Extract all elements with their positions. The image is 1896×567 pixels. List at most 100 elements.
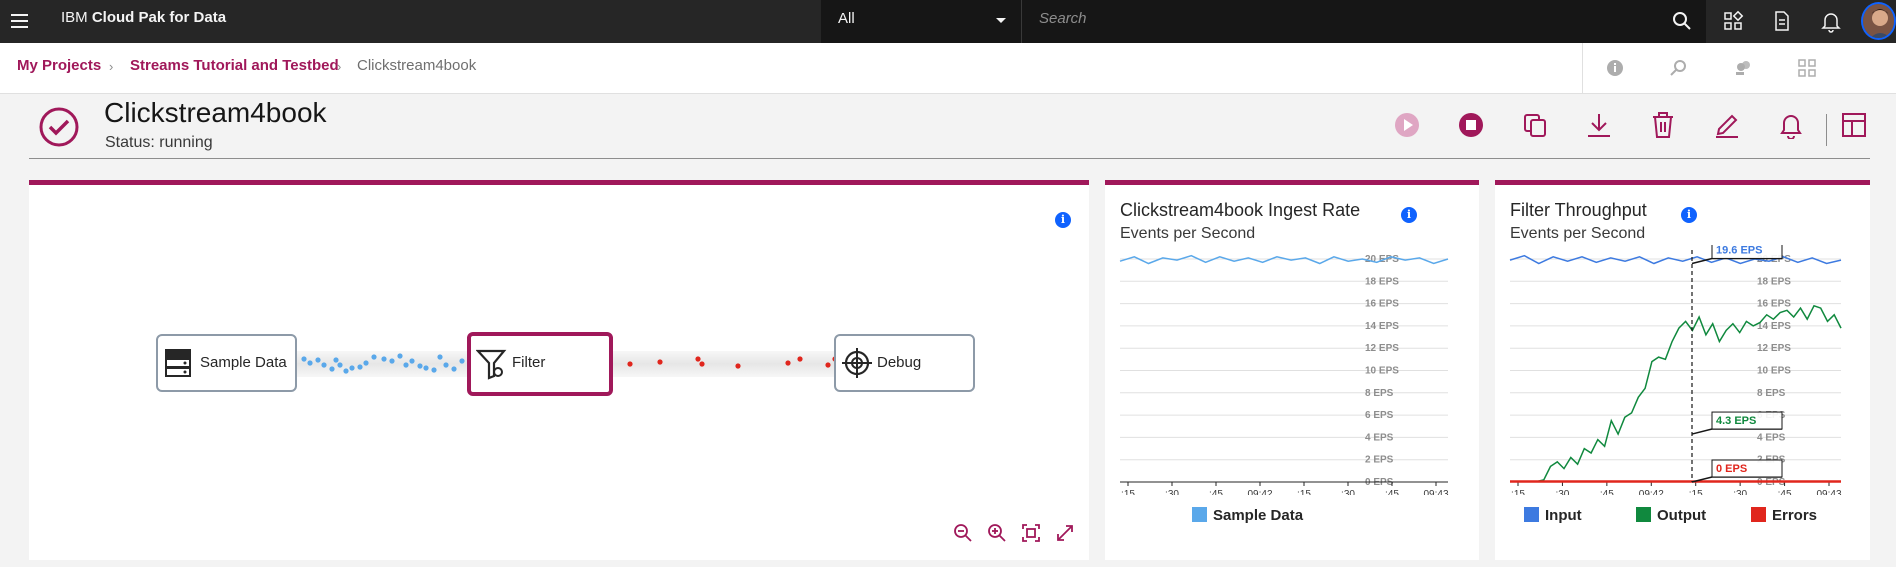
search-settings-icon[interactable]: [1669, 58, 1689, 78]
tuple-dot: [343, 368, 349, 374]
legend-label: Input: [1545, 507, 1582, 524]
x-tick-label: :30: [1555, 489, 1569, 495]
legend-label: Errors: [1772, 507, 1818, 524]
running-status-icon: [38, 106, 80, 148]
tuple-dot: [699, 361, 705, 367]
chevron-down-icon: [996, 18, 1006, 23]
notification-icon[interactable]: [1777, 111, 1805, 139]
tuple-dot: [333, 357, 339, 363]
tuple-dot: [349, 365, 355, 371]
grid-icon[interactable]: [1797, 58, 1817, 78]
y-tick-label: 14 EPS: [1365, 321, 1399, 332]
tuple-dot: [357, 364, 363, 370]
legend-item-errors[interactable]: Errors: [1751, 507, 1817, 524]
x-tick-label: :45: [1209, 489, 1223, 495]
x-tick-label: :15: [1511, 489, 1525, 495]
tooltip-value: 4.3 EPS: [1716, 415, 1756, 427]
scope-dropdown-value: All: [838, 10, 855, 27]
y-tick-label: 8 EPS: [1365, 388, 1394, 399]
tuple-dot: [459, 358, 465, 364]
search-input[interactable]: Search: [1039, 10, 1087, 27]
y-tick-label: 12 EPS: [1365, 343, 1399, 354]
legend-item-output[interactable]: Output: [1636, 507, 1706, 524]
y-tick-label: 18 EPS: [1365, 276, 1399, 287]
apps-icon[interactable]: [1721, 9, 1745, 33]
info-icon[interactable]: i: [1681, 207, 1697, 223]
operator-node-filter[interactable]: Filter: [467, 332, 613, 396]
x-tick-label: :30: [1341, 489, 1355, 495]
info-icon[interactable]: i: [1401, 207, 1417, 223]
y-tick-label: 8 EPS: [1757, 388, 1786, 399]
legend-item-sample-data[interactable]: Sample Data: [1192, 507, 1303, 524]
node-label: Debug: [877, 354, 922, 371]
user-avatar[interactable]: [1861, 2, 1896, 40]
tuple-dot: [451, 366, 457, 372]
x-tick-label: 09:42: [1639, 489, 1664, 495]
tuple-dot: [381, 356, 387, 362]
legend-swatch: [1524, 507, 1539, 522]
tooltip-value: 0 EPS: [1716, 463, 1747, 475]
breadcrumb-project[interactable]: Streams Tutorial and Testbed: [130, 57, 339, 74]
series-line-input: [1509, 254, 1842, 265]
x-tick-label: 09:42: [1247, 489, 1272, 495]
legend-swatch: [1751, 507, 1766, 522]
fit-to-screen-icon[interactable]: [1021, 523, 1041, 543]
document-icon[interactable]: [1770, 9, 1794, 33]
copy-icon[interactable]: [1521, 111, 1549, 139]
tuple-dot: [307, 360, 313, 366]
scope-dropdown[interactable]: All: [821, 0, 1021, 43]
breadcrumb-my-projects[interactable]: My Projects: [17, 57, 101, 74]
job-header: Clickstream4book Status: running: [29, 94, 1870, 159]
edit-icon[interactable]: [1713, 111, 1741, 139]
zoom-out-icon[interactable]: [953, 523, 973, 543]
crosshair-icon: [842, 348, 872, 378]
y-tick-label: 6 EPS: [1365, 410, 1394, 421]
series-line-output: [1510, 304, 1842, 483]
page-title: Clickstream4book: [104, 97, 327, 128]
delete-icon[interactable]: [1649, 111, 1677, 139]
tuple-dot: [321, 362, 327, 368]
play-icon[interactable]: [1393, 111, 1421, 139]
notification-icon[interactable]: [1819, 9, 1843, 33]
y-tick-label: 4 EPS: [1365, 432, 1394, 443]
fullscreen-icon[interactable]: [1055, 523, 1075, 543]
legend-label: Sample Data: [1213, 507, 1304, 524]
tooltip-value: 19.6 EPS: [1716, 245, 1762, 256]
operator-node-sample-data[interactable]: Sample Data: [156, 334, 297, 392]
breadcrumb-separator-icon: ›: [337, 59, 342, 74]
x-tick-label: :45: [1600, 489, 1614, 495]
x-tick-label: :15: [1297, 489, 1311, 495]
tuple-dot: [329, 366, 335, 372]
breadcrumb-separator-icon: ›: [109, 59, 114, 74]
hamburger-menu-icon[interactable]: [8, 8, 34, 34]
stream-graph-panel: i Sample Data Filter Debug: [29, 180, 1089, 560]
y-tick-label: 12 EPS: [1757, 343, 1791, 354]
download-icon[interactable]: [1585, 111, 1613, 139]
product-brand[interactable]: IBM Cloud Pak for Data: [61, 9, 226, 26]
legend-item-input[interactable]: Input: [1524, 507, 1582, 524]
x-tick-label: 09:43: [1816, 489, 1841, 495]
tuple-dot: [797, 356, 803, 362]
y-tick-label: 16 EPS: [1757, 299, 1791, 310]
x-tick-label: :30: [1165, 489, 1179, 495]
breadcrumb-current: Clickstream4book: [357, 57, 477, 74]
zoom-in-icon[interactable]: [987, 523, 1007, 543]
divider: [1582, 43, 1583, 94]
info-icon[interactable]: [1605, 58, 1625, 78]
tuple-dot: [417, 363, 423, 369]
search-icon[interactable]: [1670, 9, 1694, 33]
tuple-dot: [695, 356, 701, 362]
stream-connection: [610, 351, 866, 377]
layout-icon[interactable]: [1840, 111, 1868, 139]
collaborate-icon[interactable]: [1733, 58, 1753, 78]
stop-icon[interactable]: [1457, 111, 1485, 139]
legend-swatch: [1636, 507, 1651, 522]
operator-node-debug[interactable]: Debug: [834, 334, 975, 392]
tuple-dot: [397, 353, 403, 359]
database-icon: [165, 349, 191, 377]
info-icon[interactable]: i: [1055, 212, 1071, 228]
filter-throughput-panel: Filter Throughput i Events per Second 20…: [1495, 180, 1870, 560]
tuple-dot: [389, 358, 395, 364]
legend-label: Output: [1657, 507, 1707, 524]
search-field[interactable]: Search: [1021, 0, 1706, 43]
